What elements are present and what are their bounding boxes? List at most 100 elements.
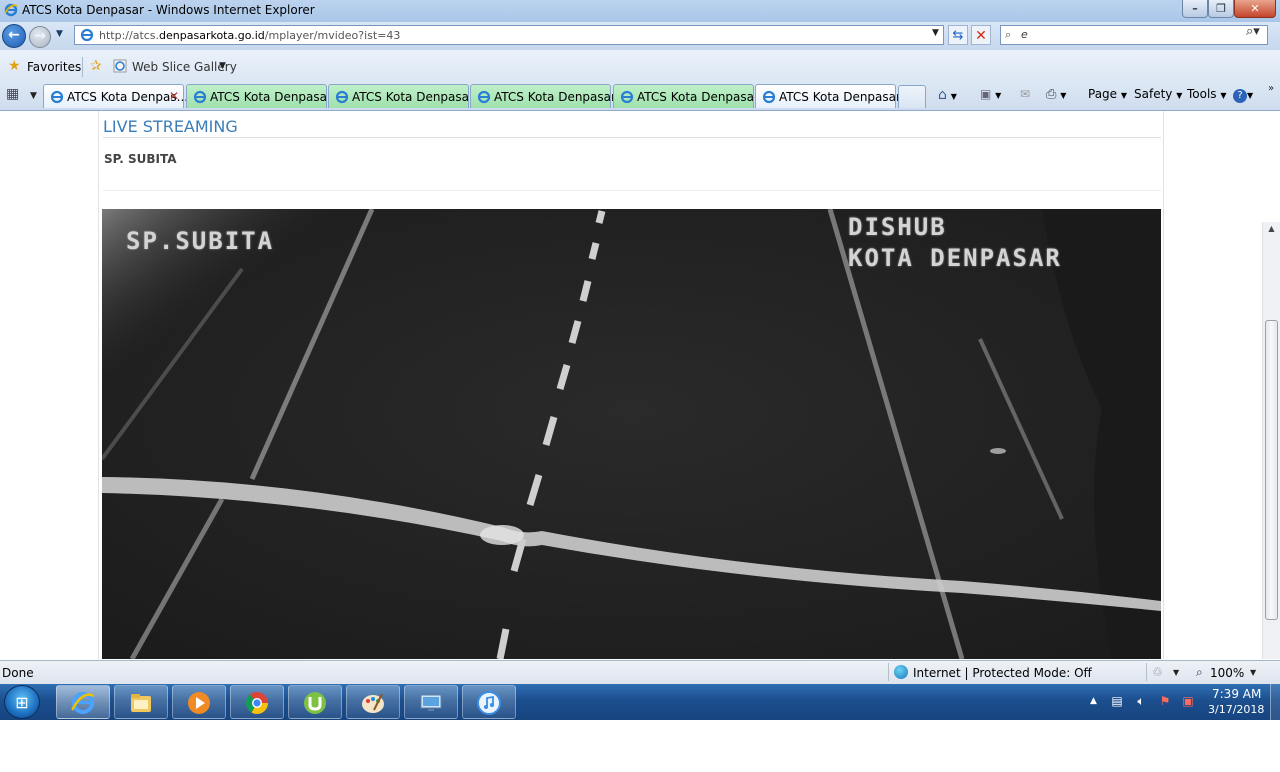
- action-center-icon[interactable]: ⚑: [1158, 694, 1172, 708]
- address-bar[interactable]: http://atcs.denpasarkota.go.id/mplayer/m…: [74, 25, 944, 45]
- rss-icon: ▣: [980, 87, 992, 101]
- page-column: LIVE STREAMING SP. SUBITA SP.SUBITA DISH…: [98, 111, 1164, 659]
- chevron-down-icon[interactable]: ▼: [1173, 668, 1179, 677]
- tab-3[interactable]: ATCS Kota Denpasar: [328, 84, 474, 108]
- title-bar: ATCS Kota Denpasar - Windows Internet Ex…: [0, 0, 1280, 23]
- restore-icon: ❐: [1216, 2, 1226, 15]
- start-button[interactable]: ⊞: [4, 685, 40, 719]
- video-overlay-location: SP.SUBITA: [126, 227, 275, 255]
- search-icon[interactable]: ⌕▾: [1246, 24, 1260, 39]
- zoom-icon[interactable]: ⌕: [1196, 665, 1203, 680]
- help-icon: ?: [1233, 89, 1247, 103]
- web-slice-icon: [113, 59, 127, 73]
- chevron-more-icon[interactable]: »: [1268, 83, 1274, 94]
- taskbar-chrome[interactable]: [230, 685, 284, 719]
- quick-tabs-icon[interactable]: ▦: [6, 86, 28, 106]
- tools-menu[interactable]: Tools ▼: [1187, 87, 1227, 105]
- read-mail-button[interactable]: ✉: [1020, 87, 1030, 105]
- printer-icon: ⎙: [1046, 87, 1057, 102]
- protected-mode-icon[interactable]: ♲: [1152, 665, 1163, 679]
- safety-menu-label: Safety: [1134, 87, 1173, 101]
- show-desktop-button[interactable]: [1270, 684, 1280, 720]
- tray-app-icon[interactable]: ▤: [1110, 694, 1124, 708]
- chevron-down-icon[interactable]: ▼: [1250, 668, 1256, 677]
- taskbar-remote-desktop[interactable]: [404, 685, 458, 719]
- divider: [82, 57, 83, 77]
- tab-2[interactable]: ATCS Kota Denpasar: [186, 84, 332, 108]
- back-button[interactable]: ←: [2, 24, 26, 48]
- favorites-button[interactable]: Favorites: [27, 60, 81, 74]
- ie-page-icon: [620, 90, 634, 104]
- taskbar-file-explorer[interactable]: [114, 685, 168, 719]
- scroll-thumb[interactable]: [1265, 320, 1278, 620]
- minimize-button[interactable]: –: [1182, 0, 1208, 18]
- tab-6[interactable]: ATCS Kota Denpasar: [755, 84, 901, 108]
- taskbar-utorrent[interactable]: [288, 685, 342, 719]
- stop-button[interactable]: ✕: [971, 25, 991, 45]
- search-box[interactable]: ⌕ e: [1000, 25, 1268, 45]
- ie-page-icon: [193, 90, 207, 104]
- taskbar-media-player[interactable]: [172, 685, 226, 719]
- refresh-button[interactable]: ⇆: [948, 25, 968, 45]
- chevron-down-icon[interactable]: ▼: [219, 61, 226, 71]
- add-to-favorites-icon[interactable]: ✰: [90, 58, 102, 74]
- new-tab-button[interactable]: [898, 85, 926, 108]
- url-domain: denpasarkota.go.id: [159, 29, 265, 42]
- media-player-icon: [188, 692, 210, 714]
- taskbar-itunes[interactable]: [462, 685, 516, 719]
- tab-label: ATCS Kota Denpasar: [779, 90, 901, 104]
- taskbar-internet-explorer[interactable]: [56, 685, 110, 719]
- tab-1[interactable]: ATCS Kota Denpas... ✕: [43, 84, 188, 108]
- chrome-icon: [245, 692, 268, 714]
- address-dropdown-icon[interactable]: ▼: [932, 28, 939, 38]
- feeds-button[interactable]: ▣ ▼: [980, 87, 1001, 105]
- maximize-button[interactable]: ❐: [1208, 0, 1234, 18]
- volume-icon[interactable]: 🔈︎: [1134, 694, 1148, 708]
- page-menu-label: Page: [1088, 87, 1118, 101]
- vertical-scrollbar[interactable]: ▲ ▼: [1262, 222, 1280, 659]
- status-text: Done: [2, 666, 34, 680]
- security-zone[interactable]: Internet | Protected Mode: Off: [913, 666, 1092, 680]
- close-button[interactable]: ✕: [1234, 0, 1276, 18]
- chevron-down-icon: ▼: [1176, 91, 1183, 100]
- divider: [1146, 663, 1147, 681]
- safety-menu[interactable]: Safety ▼: [1134, 87, 1182, 105]
- taskbar-paint[interactable]: [346, 685, 400, 719]
- forward-arrow-icon: →: [34, 28, 46, 44]
- video-player[interactable]: SP.SUBITA DISHUB KOTA DENPASAR: [102, 209, 1161, 659]
- status-bar: Done Internet | Protected Mode: Off ♲ ▼ …: [0, 660, 1280, 685]
- print-button[interactable]: ⎙ ▼: [1046, 87, 1066, 105]
- forward-button[interactable]: →: [29, 26, 51, 48]
- tab-label: ATCS Kota Denpasar: [494, 90, 616, 104]
- recent-pages-dropdown[interactable]: ▼: [56, 29, 63, 39]
- chevron-down-icon: ▼: [995, 91, 1002, 100]
- chevron-down-icon: ▼: [1247, 91, 1254, 100]
- search-input[interactable]: e: [1021, 28, 1028, 41]
- internet-globe-icon: [894, 665, 908, 679]
- clock-time[interactable]: 7:39 AM: [1212, 687, 1261, 701]
- folder-icon: [131, 694, 151, 712]
- address-url[interactable]: http://atcs.denpasarkota.go.id/mplayer/m…: [99, 29, 400, 42]
- tab-5[interactable]: ATCS Kota Denpasar: [613, 84, 759, 108]
- tab-list-dropdown[interactable]: ▼: [30, 91, 37, 101]
- help-button[interactable]: ? ▼: [1233, 87, 1253, 105]
- clock-date[interactable]: 3/17/2018: [1208, 703, 1264, 716]
- network-icon[interactable]: ▣: [1181, 694, 1195, 708]
- chevron-down-icon: ▼: [1220, 91, 1227, 100]
- page-menu[interactable]: Page ▼: [1088, 87, 1127, 105]
- tab-4[interactable]: ATCS Kota Denpasar: [470, 84, 616, 108]
- ie-page-icon: [477, 90, 491, 104]
- close-icon: ✕: [1250, 2, 1260, 15]
- home-button[interactable]: ⌂ ▼: [938, 87, 957, 105]
- divider: [103, 190, 1161, 191]
- favorites-star-icon[interactable]: ★: [8, 58, 21, 74]
- search-provider-icon: ⌕: [1005, 28, 1012, 41]
- scroll-up-icon[interactable]: ▲: [1263, 224, 1280, 238]
- close-tab-icon[interactable]: ✕: [169, 89, 179, 103]
- tab-label: ATCS Kota Denpasar: [637, 90, 759, 104]
- ie-page-icon: [762, 90, 776, 104]
- zoom-level[interactable]: 100%: [1210, 666, 1244, 680]
- tray-expand-icon[interactable]: ▲: [1090, 696, 1097, 706]
- stop-icon: ✕: [975, 28, 987, 44]
- refresh-icon: ⇆: [952, 28, 964, 43]
